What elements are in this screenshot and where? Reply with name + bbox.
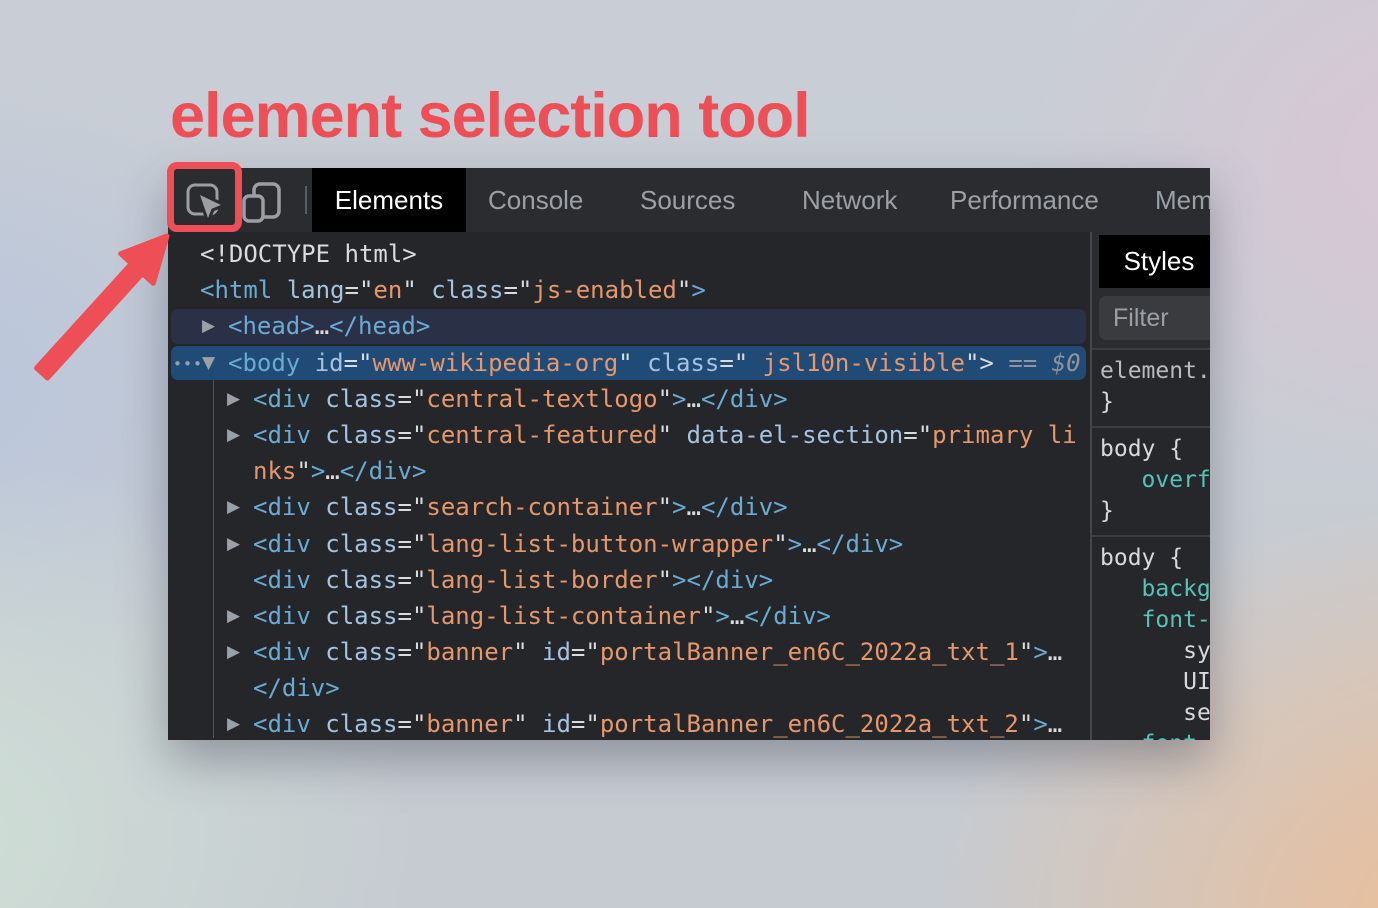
dom-tree-row[interactable]: ▶<div class="banner" id="portalBanner_en… [168,634,1090,670]
styles-tab-row: Styles [1092,232,1210,290]
dom-node-code: <div class="banner" id="portalBanner_en6… [168,634,1090,670]
elements-dom-tree: <!DOCTYPE html><html lang="en" class="js… [168,232,1090,740]
style-declaration-line[interactable]: } [1100,387,1210,418]
style-declaration-line[interactable]: font- [1100,729,1210,740]
style-declaration-line[interactable]: element. [1100,356,1210,387]
dom-tree-row[interactable]: •••▼<body id="www-wikipedia-org" class="… [168,345,1090,381]
dom-tree-row[interactable]: ▶<div class="central-featured" data-el-s… [168,417,1090,453]
tab-mem[interactable]: Mem [1155,168,1210,232]
styles-filter-row: Filter [1092,290,1210,348]
styles-sidebar: Styles Filter element.}body { overf}body… [1090,232,1210,740]
style-declaration-line[interactable]: se [1100,698,1210,729]
style-declaration-line[interactable]: backg [1100,574,1210,605]
dom-tree-row[interactable]: ▶<div class="lang-list-button-wrapper">…… [168,526,1090,562]
style-declaration-line[interactable]: UI [1100,667,1210,698]
dom-tree-row[interactable]: ▶<head>…</head> [168,308,1090,344]
style-declaration-line[interactable]: sy [1100,636,1210,667]
style-declaration-line[interactable]: } [1100,496,1210,527]
devtools-window: Elements Console Sources Network Performance… [168,168,1210,740]
style-declaration-line[interactable]: body { [1100,543,1210,574]
dom-tree-row[interactable]: ▶<div class="search-container">…</div> [168,489,1090,525]
annotation-arrow-icon [25,222,185,387]
tab-performance[interactable]: Performance [950,168,1099,232]
devtools-toolbar: Elements Console Sources Network Performance… [168,168,1210,232]
dom-node-code: <html lang="en" class="js-enabled"> [168,272,1090,308]
dom-node-code: <div class="central-textlogo">…</div> [168,381,1090,417]
tab-console[interactable]: Console [488,168,583,232]
style-declaration-line[interactable]: body { [1100,434,1210,465]
dom-tree-row[interactable]: <html lang="en" class="js-enabled"> [168,272,1090,308]
tab-elements[interactable]: Elements [312,168,466,232]
dom-node-code: <div class="lang-list-button-wrapper">…<… [168,526,1090,562]
dom-node-code: <body id="www-wikipedia-org" class=" jsl… [168,345,1090,381]
dom-node-code: <div class="lang-list-container">…</div> [168,598,1090,634]
desktop-background: { "colors": { "annotation_red": "#ee4f56… [0,0,1378,908]
dom-tree-row[interactable]: ▶<div class="banner" id="portalBanner_en… [168,706,1090,740]
styles-filter-input[interactable]: Filter [1099,296,1210,340]
style-rules-list: element.}body { overf}body { backg font-… [1092,348,1210,740]
dom-tree-row[interactable]: <div class="lang-list-border"></div> [168,562,1090,598]
dom-node-code: </div> [168,670,1090,706]
dom-tree-row[interactable]: ▶<div class="central-textlogo">…</div> [168,381,1090,417]
style-declaration-line[interactable]: font- [1100,605,1210,636]
style-rule[interactable]: body { backg font- sy UI se font- [1092,535,1210,740]
tab-sources[interactable]: Sources [640,168,735,232]
annotation-title: element selection tool [170,80,810,152]
dom-node-code: <div class="central-featured" data-el-se… [168,417,1090,453]
toolbar-divider [305,186,307,214]
style-rule[interactable]: element.} [1092,348,1210,426]
dom-tree-row[interactable]: ▶<div class="lang-list-container">…</div… [168,598,1090,634]
dom-tree-row[interactable]: </div> [168,670,1090,706]
dom-tree-row[interactable]: <!DOCTYPE html> [168,236,1090,272]
device-toolbar-icon [240,180,284,224]
dom-node-code: <!DOCTYPE html> [168,236,1090,272]
dom-node-code: nks">…</div> [168,453,1090,489]
style-declaration-line[interactable]: overf [1100,465,1210,496]
dom-tree-row[interactable]: nks">…</div> [168,453,1090,489]
dom-node-code: <div class="search-container">…</div> [168,489,1090,525]
toggle-device-toolbar-button[interactable] [240,180,284,224]
dom-node-code: <div class="banner" id="portalBanner_en6… [168,706,1090,740]
dom-node-code: <head>…</head> [168,308,1090,344]
tab-network[interactable]: Network [802,168,897,232]
dom-node-code: <div class="lang-list-border"></div> [168,562,1090,598]
tab-styles[interactable]: Styles [1099,235,1210,288]
style-rule[interactable]: body { overf} [1092,426,1210,535]
